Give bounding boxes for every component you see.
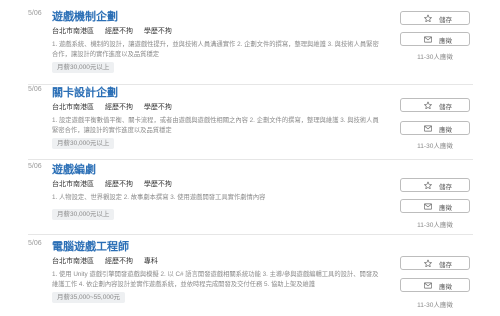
save-label: 儲存 bbox=[439, 104, 452, 111]
job-title-link[interactable]: 關卡設計企劃 bbox=[52, 84, 118, 100]
apply-job-button[interactable]: 應徵 bbox=[400, 278, 470, 292]
job-education: 學歷不拘 bbox=[143, 104, 172, 111]
applicant-count: 11-30人應徵 bbox=[417, 143, 453, 150]
save-label: 儲存 bbox=[439, 262, 452, 269]
save-label: 儲存 bbox=[439, 184, 452, 191]
job-meta: 台北市南港區 經歷不拘 學歷不拘 bbox=[52, 179, 181, 189]
posted-date: 5/06 bbox=[28, 10, 42, 17]
job-description: 1. 遊戲系統、機制的設計，讓遊戲性提升，並與技術人員溝通實作 2. 企劃文件的… bbox=[52, 41, 379, 58]
job-location: 台北市南港區 bbox=[52, 28, 94, 35]
applicant-count: 11-30人應徵 bbox=[417, 302, 453, 309]
job-description: 1. 使用 Unity 遊戲引擎開發遊戲與模擬 2. 以 C# 語言開發遊戲相關… bbox=[52, 271, 379, 288]
job-title-link[interactable]: 遊戲編劇 bbox=[52, 161, 96, 177]
star-outline-icon bbox=[424, 101, 432, 110]
apply-label: 應徵 bbox=[439, 205, 452, 212]
envelope-icon bbox=[424, 282, 432, 289]
star-outline-icon bbox=[424, 14, 432, 23]
save-job-button[interactable]: 儲存 bbox=[400, 256, 470, 270]
job-listing-item: 5/06 遊戲編劇 台北市南港區 經歷不拘 學歷不拘 1. 人物設定、世界觀設定… bbox=[0, 161, 500, 239]
job-location: 台北市南港區 bbox=[52, 181, 94, 188]
job-experience: 經歷不拘 bbox=[104, 181, 133, 188]
salary-badge: 月薪30,000元以上 bbox=[52, 138, 115, 149]
job-description: 1. 設定遊戲平衡數值平衡、關卡流程，或者由遊戲與遊戲性相關之內容 2. 企劃文… bbox=[52, 117, 379, 134]
apply-job-button[interactable]: 應徵 bbox=[400, 199, 470, 213]
job-education: 學歷不拘 bbox=[143, 181, 172, 188]
posted-date: 5/06 bbox=[28, 240, 42, 247]
job-meta: 台北市南港區 經歷不拘 學歷不拘 bbox=[52, 26, 181, 36]
posted-date: 5/06 bbox=[28, 163, 42, 170]
envelope-icon bbox=[424, 36, 432, 43]
applicant-count: 11-30人應徵 bbox=[417, 222, 453, 229]
apply-job-button[interactable]: 應徵 bbox=[400, 32, 470, 46]
job-meta: 台北市南港區 經歷不拘 學歷不拘 bbox=[52, 102, 181, 112]
job-meta: 台北市南港區 經歷不拘 專科 bbox=[52, 256, 167, 266]
salary-badge: 月薪30,000元以上 bbox=[52, 209, 115, 220]
job-listing-item: 5/06 電腦遊戲工程師 台北市南港區 經歷不拘 專科 1. 使用 Unity … bbox=[0, 238, 500, 316]
job-title-link[interactable]: 遊戲機制企劃 bbox=[52, 8, 118, 24]
applicant-count: 11-30人應徵 bbox=[417, 54, 453, 61]
job-title-link[interactable]: 電腦遊戲工程師 bbox=[52, 238, 129, 254]
salary-badge: 月薪35,000~55,000元 bbox=[52, 292, 126, 303]
job-education: 專科 bbox=[143, 258, 158, 265]
job-location: 台北市南港區 bbox=[52, 104, 94, 111]
divider bbox=[28, 234, 473, 235]
apply-label: 應徵 bbox=[439, 284, 452, 291]
job-experience: 經歷不拘 bbox=[104, 258, 133, 265]
star-outline-icon bbox=[424, 181, 432, 190]
job-experience: 經歷不拘 bbox=[104, 28, 133, 35]
save-label: 儲存 bbox=[439, 17, 452, 24]
star-outline-icon bbox=[424, 259, 432, 268]
save-job-button[interactable]: 儲存 bbox=[400, 11, 470, 25]
posted-date: 5/06 bbox=[28, 86, 42, 93]
job-education: 學歷不拘 bbox=[143, 28, 172, 35]
apply-label: 應徵 bbox=[439, 127, 452, 134]
divider bbox=[28, 159, 473, 160]
job-listing-item: 5/06 關卡設計企劃 台北市南港區 經歷不拘 學歷不拘 1. 設定遊戲平衡數值… bbox=[0, 84, 500, 162]
envelope-icon bbox=[424, 203, 432, 210]
apply-label: 應徵 bbox=[439, 38, 452, 45]
job-listing-item: 5/06 遊戲機制企劃 台北市南港區 經歷不拘 學歷不拘 1. 遊戲系統、機制的… bbox=[0, 8, 500, 86]
job-location: 台北市南港區 bbox=[52, 258, 94, 265]
salary-badge: 月薪30,000元以上 bbox=[52, 62, 115, 73]
save-job-button[interactable]: 儲存 bbox=[400, 178, 470, 192]
envelope-icon bbox=[424, 125, 432, 132]
save-job-button[interactable]: 儲存 bbox=[400, 98, 470, 112]
job-description: 1. 人物設定、世界觀設定 2. 故事劇本撰寫 3. 使用遊戲開發工具實作劇情內… bbox=[52, 194, 266, 201]
job-experience: 經歷不拘 bbox=[104, 104, 133, 111]
apply-job-button[interactable]: 應徵 bbox=[400, 121, 470, 135]
